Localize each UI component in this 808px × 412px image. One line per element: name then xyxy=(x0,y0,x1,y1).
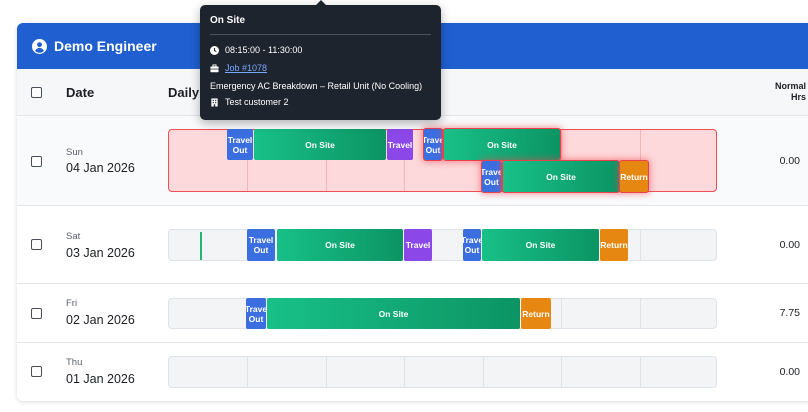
row-normal-hrs: 0.00 xyxy=(779,239,800,251)
segment-return[interactable]: Return xyxy=(600,229,628,261)
row-checkbox[interactable] xyxy=(31,156,42,167)
row-weekday: Sat xyxy=(66,231,81,242)
segment-travel-out[interactable]: Trave Out xyxy=(423,128,443,161)
segment-travel-out[interactable]: Trave Out xyxy=(463,229,481,261)
row-date: 01 Jan 2026 xyxy=(66,372,135,386)
day-row: Sun 04 Jan 2026 Travel Out On Site Travel… xyxy=(17,116,808,206)
segment-on-site[interactable]: On Site xyxy=(482,229,599,261)
tooltip-description: Emergency AC Breakdown – Retail Unit (No… xyxy=(210,81,423,91)
column-normal-hrs: Normal Hrs xyxy=(774,81,806,102)
day-row: Thu 01 Jan 2026 0.00 xyxy=(17,343,808,401)
tooltip-time: 08:15:00 - 11:30:00 xyxy=(210,45,302,55)
row-weekday: Fri xyxy=(66,298,78,309)
segment-travel-out[interactable]: Travel Out xyxy=(247,229,275,261)
tooltip-title: On Site xyxy=(210,15,431,35)
segment-return[interactable]: Return xyxy=(521,298,551,329)
clock-icon xyxy=(210,45,219,55)
row-normal-hrs: 0.00 xyxy=(779,366,800,378)
select-all-checkbox[interactable] xyxy=(31,87,42,98)
tooltip-job: Job #1078 xyxy=(210,63,267,73)
page: Demo Engineer Date Daily Normal Hrs Sun … xyxy=(0,0,808,412)
day-row: Sat 03 Jan 2026 Travel Out On Site Travel xyxy=(17,206,808,284)
segment-tooltip: On Site 08:15:00 - 11:30:00 Job #1078 Em… xyxy=(200,0,441,120)
row-weekday: Thu xyxy=(66,357,83,368)
column-date: Date xyxy=(66,85,95,100)
briefcase-icon xyxy=(210,63,219,72)
row-normal-hrs: 0.00 xyxy=(779,155,800,167)
row-weekday: Sun xyxy=(66,147,83,158)
daily-timeline xyxy=(168,356,717,388)
segment-travel[interactable]: Travel xyxy=(387,129,413,160)
day-row: Fri 02 Jan 2026 Trave Out On Site Return … xyxy=(17,284,808,343)
row-checkbox[interactable] xyxy=(31,308,42,319)
row-date: 03 Jan 2026 xyxy=(66,246,135,260)
segment-on-site[interactable]: On Site xyxy=(443,128,561,161)
segment-on-site[interactable]: On Site xyxy=(502,160,620,193)
column-daily: Daily xyxy=(168,85,200,100)
segment-on-site[interactable]: On Site xyxy=(254,129,386,160)
row-checkbox[interactable] xyxy=(31,239,42,250)
current-time-marker xyxy=(200,232,202,260)
segment-travel-out[interactable]: Trave Out xyxy=(481,160,502,193)
segment-on-site[interactable]: On Site xyxy=(277,229,403,261)
row-checkbox[interactable] xyxy=(31,366,42,377)
row-date: 02 Jan 2026 xyxy=(66,313,135,327)
user-circle-icon xyxy=(32,38,47,54)
row-date: 04 Jan 2026 xyxy=(66,161,135,175)
job-link[interactable]: Job #1078 xyxy=(225,63,267,73)
building-icon xyxy=(211,97,218,107)
segment-travel[interactable]: Travel xyxy=(404,229,432,261)
segment-on-site[interactable]: On Site xyxy=(267,298,520,329)
segment-return[interactable]: Return xyxy=(619,160,649,193)
row-normal-hrs: 7.75 xyxy=(779,307,800,319)
segment-travel-out[interactable]: Trave Out xyxy=(246,298,266,329)
segment-travel-out[interactable]: Travel Out xyxy=(227,129,253,160)
engineer-name: Demo Engineer xyxy=(54,38,157,54)
tooltip-customer: Test customer 2 xyxy=(210,97,289,107)
